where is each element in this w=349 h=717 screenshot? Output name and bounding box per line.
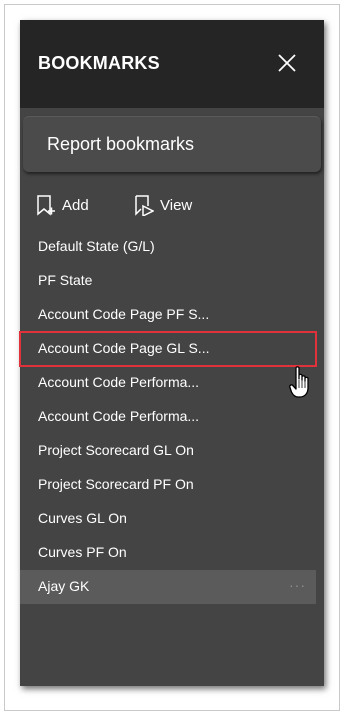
- add-label: Add: [62, 196, 89, 214]
- bookmark-item[interactable]: PF State: [20, 264, 316, 298]
- close-icon: [278, 54, 296, 72]
- bookmark-item[interactable]: Project Scorecard GL On: [20, 434, 316, 468]
- bookmark-label: Project Scorecard PF On: [38, 476, 194, 492]
- close-button[interactable]: [272, 48, 302, 78]
- view-label: View: [160, 196, 193, 214]
- bookmark-label: Ajay GK: [38, 578, 90, 594]
- report-bookmarks-header[interactable]: Report bookmarks: [23, 116, 321, 172]
- add-bookmark-icon: [37, 195, 55, 216]
- bookmark-label: Curves GL On: [38, 510, 127, 526]
- view-bookmark-icon: [135, 195, 154, 216]
- bookmark-label: Account Code Page GL S...: [38, 340, 210, 356]
- view-bookmark-button[interactable]: View: [134, 188, 192, 222]
- bookmark-item[interactable]: Account Code Page PF S...: [20, 298, 316, 332]
- bookmark-item[interactable]: Curves PF On: [20, 536, 316, 570]
- bookmark-item-highlighted[interactable]: Account Code Page GL S...: [19, 331, 317, 367]
- bookmark-label: Account Code Performa...: [38, 374, 200, 390]
- bookmark-item[interactable]: Account Code Performa...: [20, 400, 316, 434]
- add-bookmark-button[interactable]: Add: [36, 188, 89, 222]
- bookmark-label: Curves PF On: [38, 544, 127, 560]
- bookmark-label: Default State (G/L): [38, 238, 155, 254]
- panel-header: BOOKMARKS: [20, 20, 324, 108]
- more-options-icon[interactable]: ···: [289, 577, 306, 593]
- bookmark-label: Account Code Page PF S...: [38, 306, 210, 322]
- panel-title: BOOKMARKS: [38, 53, 160, 73]
- bookmark-label: PF State: [38, 272, 93, 288]
- bookmark-item[interactable]: Curves GL On: [20, 502, 316, 536]
- bookmark-item[interactable]: Project Scorecard PF On: [20, 468, 316, 502]
- section-title: Report bookmarks: [47, 134, 195, 154]
- bookmark-item[interactable]: Default State (G/L): [20, 230, 316, 264]
- bookmarks-panel: BOOKMARKS Report bookmarks Add View Defa…: [19, 20, 324, 686]
- hand-pointer-icon: [289, 366, 309, 398]
- bookmark-item[interactable]: Account Code Performa...: [20, 366, 316, 400]
- bookmark-actions: Add View: [20, 188, 324, 222]
- bookmark-label: Account Code Performa...: [38, 408, 200, 424]
- bookmark-item-selected[interactable]: Ajay GK ···: [20, 570, 316, 604]
- bookmark-label: Project Scorecard GL On: [38, 442, 194, 458]
